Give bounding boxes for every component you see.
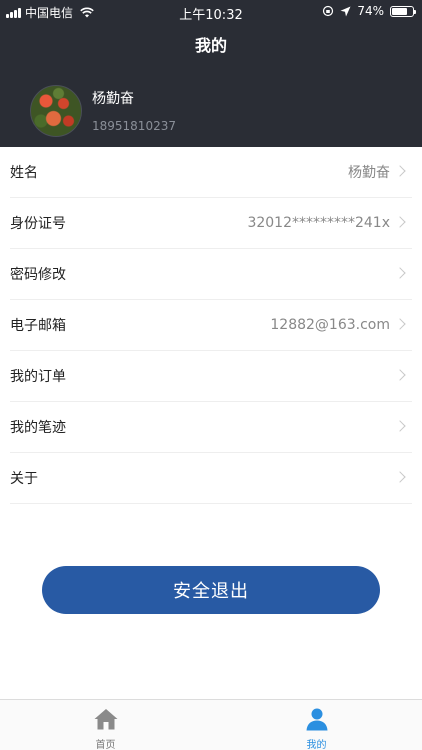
tab-mine[interactable]: 我的 xyxy=(211,700,422,750)
settings-menu: 姓名 杨勤奋 身份证号 32012*********241x 密码修改 电子邮箱… xyxy=(0,147,422,504)
battery-percent: 74% xyxy=(357,4,384,18)
menu-item-value: 32012*********241x xyxy=(247,215,390,231)
tab-bar: 首页 我的 xyxy=(0,699,422,750)
logout-button[interactable]: 安全退出 xyxy=(42,566,380,614)
tab-home-label: 首页 xyxy=(95,740,116,750)
menu-item-label: 身份证号 xyxy=(10,216,66,232)
home-icon xyxy=(94,709,118,730)
profile-header: 我的 杨勤奋 18951810237 xyxy=(0,22,422,147)
orientation-lock-icon xyxy=(323,5,334,17)
menu-item-value: 12882@163.com xyxy=(270,317,390,333)
menu-item-change-password[interactable]: 密码修改 xyxy=(10,249,412,300)
tab-mine-label: 我的 xyxy=(306,740,327,750)
menu-item-label: 姓名 xyxy=(10,165,38,181)
menu-item-label: 我的订单 xyxy=(10,369,66,385)
chevron-right-icon xyxy=(394,267,406,279)
chevron-right-icon xyxy=(394,369,406,381)
status-bar: 中国电信 上午10:32 74% xyxy=(0,0,422,23)
chevron-right-icon xyxy=(394,318,406,330)
menu-item-my-handwriting[interactable]: 我的笔迹 xyxy=(10,402,412,453)
location-arrow-icon xyxy=(340,6,351,16)
user-name: 杨勤奋 xyxy=(92,91,134,107)
user-phone: 18951810237 xyxy=(92,119,176,133)
chevron-right-icon xyxy=(394,471,406,483)
menu-item-label: 电子邮箱 xyxy=(10,318,66,334)
menu-item-email[interactable]: 电子邮箱 12882@163.com xyxy=(10,300,412,351)
chevron-right-icon xyxy=(394,165,406,177)
user-icon xyxy=(306,708,328,731)
chevron-right-icon xyxy=(394,216,406,228)
tab-home[interactable]: 首页 xyxy=(0,700,211,750)
menu-item-label: 关于 xyxy=(10,471,38,487)
battery-fill xyxy=(392,7,407,15)
menu-item-my-orders[interactable]: 我的订单 xyxy=(10,351,412,402)
status-right: 74% xyxy=(322,4,416,18)
menu-item-name[interactable]: 姓名 杨勤奋 xyxy=(10,147,412,198)
avatar[interactable] xyxy=(30,85,82,137)
menu-item-label: 密码修改 xyxy=(10,267,66,283)
page-title: 我的 xyxy=(194,36,227,55)
battery-icon xyxy=(390,5,416,17)
chevron-right-icon xyxy=(394,420,406,432)
menu-item-about[interactable]: 关于 xyxy=(10,453,412,504)
menu-item-value: 杨勤奋 xyxy=(348,165,390,181)
menu-item-id-number[interactable]: 身份证号 32012*********241x xyxy=(10,198,412,249)
menu-item-label: 我的笔迹 xyxy=(10,420,66,436)
